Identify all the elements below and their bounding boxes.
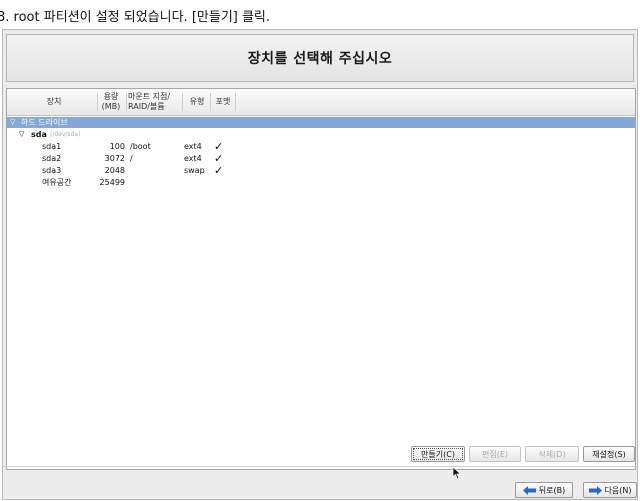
tree-row-disk[interactable]: ▽ sda (/dev/sda) xyxy=(7,129,635,140)
partition-type: ext4 xyxy=(184,142,202,151)
column-type-label: 유형 xyxy=(189,97,205,106)
edit-button[interactable]: 편집(E) xyxy=(469,446,521,462)
divider xyxy=(3,466,637,467)
page-title: 장치를 선택해 주십시오 xyxy=(247,51,393,67)
table-row[interactable]: sda2 3072 / ext4 ✓ xyxy=(7,153,635,164)
column-mount[interactable]: 마운트 지점/ RAID/볼륨 xyxy=(128,89,180,115)
disk-path: (/dev/sda) xyxy=(50,131,81,138)
tree-row-hard-drives[interactable]: ▽ 하드 드라이브 xyxy=(7,117,635,128)
right-arrow-icon xyxy=(588,485,602,495)
table-row[interactable]: sda3 2048 swap ✓ xyxy=(7,165,635,176)
reset-button-label: 재설정(S) xyxy=(592,449,626,459)
disk-name: sda xyxy=(31,130,47,139)
table-row[interactable]: sda1 100 /boot ext4 ✓ xyxy=(7,141,635,152)
partition-size: 2048 xyxy=(104,166,125,175)
partition-size: 25499 xyxy=(99,178,125,187)
instruction-caption: 8. root 파티션이 설정 되었습니다. [만들기] 클릭. xyxy=(0,10,271,25)
mouse-pointer-icon xyxy=(452,466,462,480)
tree-group-label: 하드 드라이브 xyxy=(21,118,68,127)
checkmark-icon: ✓ xyxy=(214,164,224,177)
installer-window: 장치를 선택해 주십시오 장치 용량 (MB) 마운트 지점/ RAID/볼륨 … xyxy=(2,29,638,500)
create-button[interactable]: 만들기(C) xyxy=(411,446,465,462)
partition-device: 여유공간 xyxy=(42,178,72,187)
delete-button[interactable]: 삭제(D) xyxy=(525,446,579,462)
table-row[interactable]: 여유공간 25499 xyxy=(7,177,635,188)
next-button-label: 다음(N) xyxy=(604,485,632,495)
partition-mount: / xyxy=(130,154,133,163)
checkmark-icon: ✓ xyxy=(214,152,224,165)
column-format-label: 포맷 xyxy=(215,97,231,106)
column-divider xyxy=(126,93,127,111)
column-device-label: 장치 xyxy=(46,97,62,106)
partition-tree-view[interactable]: 장치 용량 (MB) 마운트 지점/ RAID/볼륨 유형 포맷 ▽ 하드 드라… xyxy=(6,88,636,470)
column-divider xyxy=(235,93,236,111)
partition-device: sda3 xyxy=(42,166,62,175)
column-mount-label-1: 마운트 지점/ xyxy=(128,92,171,101)
back-button[interactable]: 뒤로(B) xyxy=(515,482,573,498)
partition-size: 3072 xyxy=(104,154,125,163)
triangle-down-icon[interactable]: ▽ xyxy=(10,117,15,128)
edit-button-label: 편집(E) xyxy=(481,449,509,459)
column-type[interactable]: 유형 xyxy=(185,89,209,115)
column-divider xyxy=(182,93,183,111)
partition-type: swap xyxy=(184,166,205,175)
table-header: 장치 용량 (MB) 마운트 지점/ RAID/볼륨 유형 포맷 xyxy=(7,89,635,116)
column-size-label-1: 용량 xyxy=(103,92,119,101)
triangle-down-icon[interactable]: ▽ xyxy=(19,129,24,140)
partition-mount: /boot xyxy=(130,142,151,151)
column-size-label-2: (MB) xyxy=(101,102,121,111)
partition-type: ext4 xyxy=(184,154,202,163)
next-button[interactable]: 다음(N) xyxy=(583,482,637,498)
partition-size: 100 xyxy=(109,142,125,151)
left-arrow-icon xyxy=(522,485,536,495)
column-divider xyxy=(210,93,211,111)
create-button-label: 만들기(C) xyxy=(421,449,455,459)
back-button-label: 뒤로(B) xyxy=(538,485,566,495)
partition-device: sda2 xyxy=(42,154,62,163)
reset-button[interactable]: 재설정(S) xyxy=(583,446,635,462)
column-size[interactable]: 용량 (MB) xyxy=(98,89,124,115)
partition-device: sda1 xyxy=(42,142,62,151)
column-device[interactable]: 장치 xyxy=(29,89,79,115)
delete-button-label: 삭제(D) xyxy=(538,449,566,459)
column-mount-label-2: RAID/볼륨 xyxy=(128,102,165,111)
column-format[interactable]: 포맷 xyxy=(212,89,234,115)
page-header: 장치를 선택해 주십시오 xyxy=(6,34,634,82)
checkmark-icon: ✓ xyxy=(214,140,224,153)
